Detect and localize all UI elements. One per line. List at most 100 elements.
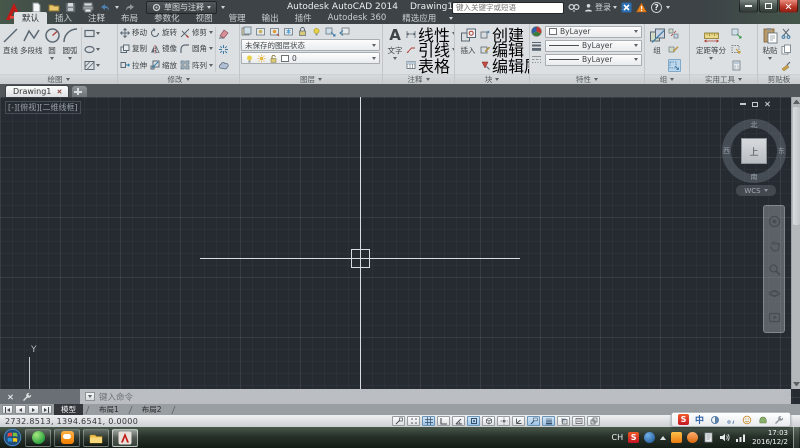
hatch-button[interactable] (84, 59, 100, 72)
drawing-restore-icon[interactable] (752, 102, 758, 107)
command-close-icon[interactable] (7, 394, 13, 400)
fullwidth-icon[interactable] (710, 415, 720, 425)
line-button[interactable]: 直线 (2, 25, 19, 74)
skin-icon[interactable] (758, 415, 768, 425)
command-line-grip[interactable] (0, 389, 80, 404)
sign-in-button[interactable]: 登录 (584, 2, 617, 13)
ribbon-options-arrow-icon[interactable] (444, 12, 458, 24)
layers-panel-label[interactable]: 图层 (240, 74, 382, 84)
alert-icon[interactable] (636, 2, 647, 13)
table-button[interactable]: 表格 (406, 58, 454, 73)
taskbar-explorer-button[interactable] (83, 429, 109, 447)
copy-button[interactable]: 复制 (120, 41, 147, 56)
ribbon-tab-layout[interactable]: 布局 (113, 12, 146, 24)
ribbon-tab-plugins[interactable]: 插件 (287, 12, 320, 24)
ribbon-tab-output[interactable]: 输出 (254, 12, 287, 24)
search-icon[interactable] (568, 3, 580, 13)
ribbon-tab-insert[interactable]: 插入 (47, 12, 80, 24)
last-layout-button[interactable] (41, 405, 52, 414)
drawing-canvas[interactable]: [-][俯视][二维线框] 北 南 东 西 上 WCS (0, 97, 800, 404)
taskbar-green-app-button[interactable] (25, 429, 51, 447)
block-panel-label[interactable]: 块 (455, 74, 529, 84)
viewport-controls[interactable]: [-][俯视][二维线框] (5, 101, 81, 114)
viewcube-south-label[interactable]: 南 (751, 172, 758, 182)
command-wrench-icon[interactable] (22, 392, 32, 402)
ribbon-tab-featured-apps[interactable]: 精选应用 (394, 12, 444, 24)
draw-panel-label[interactable]: 绘图 (0, 74, 117, 84)
ime-mode-chinese[interactable]: 中 (695, 413, 704, 426)
layer-color-swatch[interactable] (281, 55, 289, 62)
grid-toggle[interactable] (422, 416, 435, 426)
viewcube-west-label[interactable]: 西 (723, 146, 730, 156)
orbit-icon[interactable] (768, 287, 781, 300)
edit-attributes-button[interactable]: 编辑属性 (480, 58, 529, 73)
command-input[interactable]: 键入命令 (80, 391, 791, 403)
ribbon-tab-autodesk360[interactable]: Autodesk 360 (320, 12, 395, 24)
color-wheel-icon[interactable] (531, 26, 542, 37)
paste-button[interactable]: 粘贴 (760, 25, 780, 74)
file-tab-drawing1[interactable]: Drawing1 (5, 85, 69, 97)
minimize-button[interactable] (739, 0, 758, 13)
layout2-tab[interactable]: 布局2 (135, 404, 169, 415)
model-tab[interactable]: 模型 (54, 404, 83, 415)
tray-orange-app2-icon[interactable] (687, 432, 698, 443)
groups-panel-label[interactable]: 组 (645, 74, 689, 84)
ungroup-button[interactable] (668, 27, 681, 40)
group-edit-button[interactable] (668, 43, 681, 56)
ribbon-tab-manage[interactable]: 管理 (221, 12, 254, 24)
polyline-button[interactable]: 多段线 (20, 25, 43, 74)
lwt-toggle[interactable] (542, 416, 555, 426)
transparency-toggle[interactable] (557, 416, 570, 426)
properties-panel-label[interactable]: 特性 (530, 74, 644, 84)
rectangle-button[interactable] (84, 27, 100, 40)
osnap-3d-toggle[interactable] (482, 416, 495, 426)
erase-button[interactable] (218, 27, 229, 40)
ribbon-tab-home[interactable]: 默认 (14, 12, 47, 24)
layer-off-icon[interactable] (255, 26, 266, 37)
search-input[interactable] (452, 2, 564, 14)
linetype-icon[interactable] (531, 54, 542, 65)
lineweight-dropdown[interactable]: ByLayer (545, 40, 642, 52)
start-button[interactable] (3, 428, 22, 447)
rotate-button[interactable]: 旋转 (150, 25, 177, 40)
fillet-button[interactable]: 圆角 (180, 41, 213, 56)
ribbon-tab-view[interactable]: 视图 (188, 12, 221, 24)
show-motion-icon[interactable] (768, 311, 781, 324)
text-button[interactable]: A 文字 (385, 25, 405, 74)
layer-state-dropdown[interactable]: 未保存的图层状态 (241, 39, 380, 51)
group-button[interactable]: 组 (647, 25, 667, 74)
undo-dropdown-arrow-icon[interactable] (115, 6, 119, 9)
canvas-scrollbar[interactable] (791, 97, 800, 389)
ribbon-tab-parametric[interactable]: 参数化 (146, 12, 188, 24)
sun-icon[interactable] (257, 54, 266, 63)
viewcube-north-label[interactable]: 北 (751, 120, 758, 130)
snap-toggle[interactable] (407, 416, 420, 426)
layer-match-icon[interactable] (325, 26, 336, 37)
stretch-button[interactable]: 拉伸 (120, 58, 147, 73)
object-color-dropdown[interactable]: ByLayer (545, 26, 642, 38)
exchange-apps-icon[interactable] (621, 2, 632, 13)
linetype-dropdown[interactable]: ByLayer (545, 54, 642, 66)
ortho-toggle[interactable] (437, 416, 450, 426)
copy-clip-button[interactable] (781, 43, 792, 56)
match-properties-button[interactable] (781, 59, 792, 72)
dyn-toggle[interactable] (527, 416, 540, 426)
measure-button[interactable]: 定距等分 (692, 25, 730, 74)
layer-dropdown[interactable]: 0 (241, 52, 380, 64)
osnap-toggle[interactable] (467, 416, 480, 426)
sogou-logo-icon[interactable]: S (678, 414, 689, 425)
mirror-button[interactable]: 镜像 (150, 41, 177, 56)
open-file-button[interactable] (47, 2, 60, 13)
recent-commands-icon[interactable] (85, 392, 95, 401)
restore-button[interactable] (759, 0, 778, 13)
file-tab-close-icon[interactable] (56, 89, 61, 94)
quick-calc-button[interactable] (731, 59, 742, 72)
language-indicator[interactable]: CH (611, 433, 623, 442)
arc-button[interactable]: 圆弧 (62, 25, 79, 74)
modify-panel-label[interactable]: 修改 (118, 74, 239, 84)
polar-toggle[interactable] (452, 416, 465, 426)
network-signal-icon[interactable] (735, 432, 747, 443)
save-button[interactable] (64, 2, 77, 13)
move-button[interactable]: 移动 (120, 25, 147, 40)
circle-button[interactable]: 圆 (44, 25, 61, 74)
